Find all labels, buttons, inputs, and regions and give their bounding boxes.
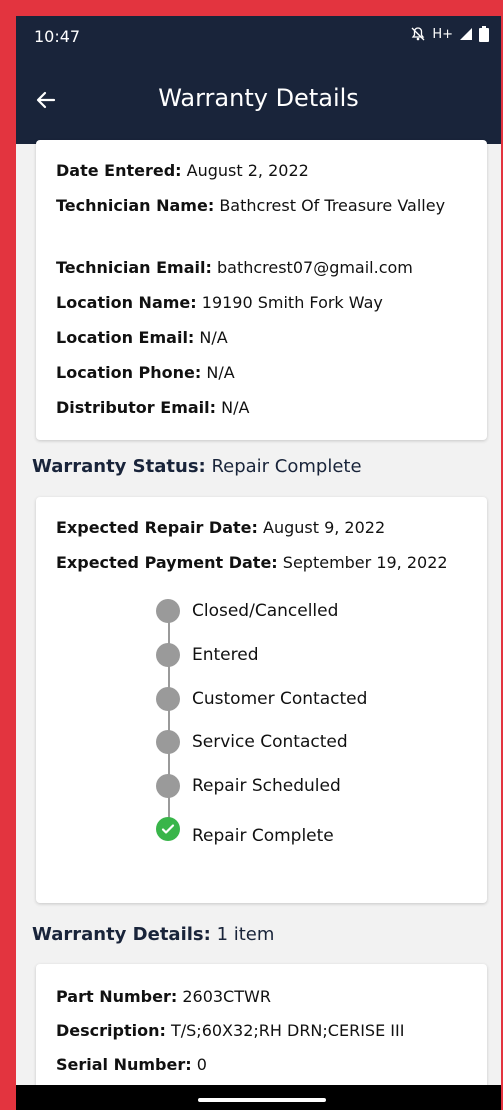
app-screen: 10:47 H+ Warranty Details Date Entered: … xyxy=(16,16,501,1110)
date-entered-value: August 2, 2022 xyxy=(181,161,309,180)
timeline-step-label: Repair Scheduled xyxy=(192,776,341,796)
app-bar: Warranty Details xyxy=(16,60,501,144)
mute-icon xyxy=(410,26,426,42)
system-navigation-bar xyxy=(16,1085,501,1110)
technician-email-label: Technician Email: xyxy=(56,258,212,277)
timeline-step: Closed/Cancelled xyxy=(156,599,338,623)
date-entered-row: Date Entered: August 2, 2022 xyxy=(56,160,466,182)
technician-name-row: Technician Name: Bathcrest Of Treasure V… xyxy=(56,195,466,217)
step-pending-icon xyxy=(156,730,180,754)
date-entered-label: Date Entered: xyxy=(56,161,182,180)
description-row: Description: T/S;60X32;RH DRN;CERISE III xyxy=(56,1020,466,1042)
warranty-status-card: Expected Repair Date: August 9, 2022 Exp… xyxy=(36,497,487,903)
distributor-email-label: Distributor Email: xyxy=(56,398,217,417)
warranty-details-count: 1 item xyxy=(210,924,275,945)
timeline-step: Entered xyxy=(156,643,259,667)
battery-icon xyxy=(479,26,489,42)
signal-icon xyxy=(459,27,473,41)
status-icons: H+ xyxy=(410,26,489,42)
technician-email-row: Technician Email: bathcrest07@gmail.com xyxy=(56,257,466,279)
timeline-step-label: Repair Complete xyxy=(192,826,334,846)
expected-repair-label: Expected Repair Date: xyxy=(56,518,258,537)
expected-repair-row: Expected Repair Date: August 9, 2022 xyxy=(56,517,466,539)
annotation-frame-top xyxy=(0,0,503,16)
location-name-value: 19190 Smith Fork Way xyxy=(196,293,383,312)
home-gesture-handle[interactable] xyxy=(198,1098,326,1102)
serial-number-value: 0 xyxy=(191,1055,207,1074)
network-type-label: H+ xyxy=(432,26,453,42)
location-phone-label: Location Phone: xyxy=(56,363,202,382)
status-time: 10:47 xyxy=(34,27,81,46)
location-email-row: Location Email: N/A xyxy=(56,327,466,349)
part-number-value: 2603CTWR xyxy=(177,987,271,1006)
warranty-status-value: Repair Complete xyxy=(205,456,362,477)
expected-payment-value: September 19, 2022 xyxy=(277,553,448,572)
timeline-step-label: Closed/Cancelled xyxy=(192,601,339,621)
distributor-email-value: N/A xyxy=(216,398,250,417)
step-pending-icon xyxy=(156,687,180,711)
status-bar: 10:47 H+ xyxy=(16,16,501,60)
timeline-step-label: Service Contacted xyxy=(192,732,348,752)
expected-repair-value: August 9, 2022 xyxy=(257,518,386,537)
location-phone-row: Location Phone: N/A xyxy=(56,362,466,384)
timeline-step: Customer Contacted xyxy=(156,687,367,711)
warranty-status-heading: Warranty Status: Repair Complete xyxy=(32,456,362,477)
warranty-status-label: Warranty Status: xyxy=(32,456,206,477)
timeline-step: Repair Scheduled xyxy=(156,774,341,798)
location-name-label: Location Name: xyxy=(56,293,197,312)
location-email-value: N/A xyxy=(194,328,228,347)
timeline-step: Service Contacted xyxy=(156,730,348,754)
expected-payment-row: Expected Payment Date: September 19, 202… xyxy=(56,552,486,574)
serial-number-label: Serial Number: xyxy=(56,1055,192,1074)
expected-payment-label: Expected Payment Date: xyxy=(56,553,278,572)
distributor-email-row: Distributor Email: N/A xyxy=(56,397,466,419)
page-title: Warranty Details xyxy=(158,84,359,112)
technician-email-value: bathcrest07@gmail.com xyxy=(211,258,413,277)
warranty-details-label: Warranty Details: xyxy=(32,924,211,945)
location-email-label: Location Email: xyxy=(56,328,195,347)
timeline-step: Repair Complete xyxy=(156,817,334,846)
part-number-row: Part Number: 2603CTWR xyxy=(56,986,466,1008)
technician-name-value: Bathcrest Of Treasure Valley xyxy=(214,196,446,215)
status-timeline: Closed/Cancelled Entered Customer Contac… xyxy=(156,599,456,859)
part-number-label: Part Number: xyxy=(56,987,178,1006)
location-name-row: Location Name: 19190 Smith Fork Way xyxy=(56,292,466,314)
description-value: T/S;60X32;RH DRN;CERISE III xyxy=(165,1021,405,1040)
warranty-details-heading: Warranty Details: 1 item xyxy=(32,924,274,945)
step-pending-icon xyxy=(156,643,180,667)
warranty-info-card: Date Entered: August 2, 2022 Technician … xyxy=(36,140,487,440)
timeline-step-label: Customer Contacted xyxy=(192,689,368,709)
step-pending-icon xyxy=(156,774,180,798)
technician-name-label: Technician Name: xyxy=(56,196,215,215)
location-phone-value: N/A xyxy=(201,363,235,382)
step-complete-check-icon xyxy=(156,817,180,841)
step-pending-icon xyxy=(156,599,180,623)
annotation-frame-left xyxy=(0,0,16,1110)
serial-number-row: Serial Number: 0 xyxy=(56,1054,466,1076)
description-label: Description: xyxy=(56,1021,166,1040)
timeline-step-label: Entered xyxy=(192,645,259,665)
